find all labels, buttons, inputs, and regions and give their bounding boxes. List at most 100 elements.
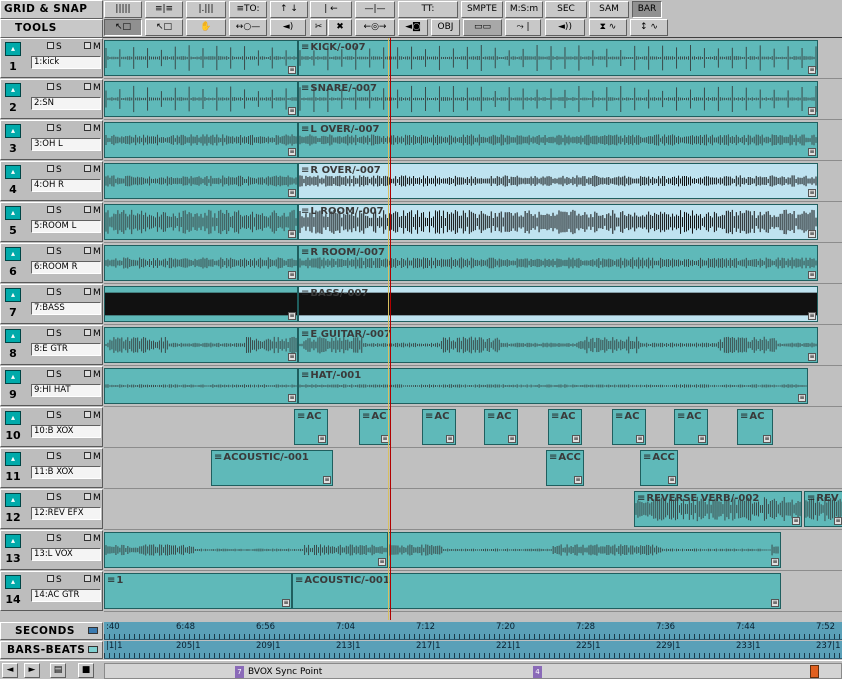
grid-bars-icon[interactable]: ||||| [104,1,142,18]
clip-menu-icon[interactable]: ≡ [808,230,816,238]
solo-button[interactable]: S [47,411,62,421]
audio-clip[interactable]: BASS/-007 ≡ [298,286,818,322]
mute-button[interactable]: M [84,165,101,175]
clip-menu-icon[interactable]: ≡ [282,599,290,607]
track-name-field[interactable]: 3:OH L [31,138,101,151]
clip-menu-icon[interactable]: ≡ [808,107,816,115]
track-lane[interactable]: ≡ SNARE/-007 ≡ [104,79,842,120]
mins-secs-mode-button[interactable]: M:S:m [505,1,543,18]
time-type-icon[interactable]: TT: [398,1,458,18]
scroll-right-icon[interactable]: ► [24,663,40,678]
audio-clip[interactable]: SNARE/-007 ≡ [298,81,818,117]
clip-menu-icon[interactable]: ≡ [323,476,331,484]
mute-button[interactable]: M [84,534,101,544]
erase-icon[interactable]: ✖ [328,19,352,36]
end-marker-icon[interactable] [810,665,819,678]
snap-left-icon[interactable]: | ← [310,1,352,18]
bars-mode-button[interactable]: BAR [632,1,662,18]
snap-arrows-icon[interactable]: ↑ ↓ [270,1,308,18]
track-name-field[interactable]: 7:BASS [31,302,101,315]
timeline-marker[interactable]: 4 [533,666,546,678]
track-lane[interactable]: ≡ L ROOM/-007 ≡ [104,202,842,243]
grid-ticks-icon[interactable]: |.||| [186,1,226,18]
track-name-field[interactable]: 8:E GTR [31,343,101,356]
scissors-icon[interactable]: ✂ [310,19,327,36]
clip-menu-icon[interactable]: ≡ [288,66,296,74]
audio-clip[interactable]: ≡ [104,327,298,363]
track-select-icon[interactable]: ▴ [5,452,21,466]
track-header[interactable]: ▴ 11 S M 11:B XOX [0,448,103,488]
track-name-field[interactable]: 11:B XOX [31,466,101,479]
track-name-field[interactable]: 13:L VOX [31,548,101,561]
object-mode-button[interactable]: OBJ [431,19,460,36]
audio-clip[interactable]: ≡ [104,122,298,158]
mute-button[interactable]: M [84,575,101,585]
track-select-icon[interactable]: ▴ [5,493,21,507]
track-lane[interactable]: ≡ R ROOM/-007 ≡ [104,243,842,284]
audio-clip[interactable]: R OVER/-007 ≡ [298,163,818,199]
track-select-icon[interactable]: ▴ [5,534,21,548]
audio-clip[interactable]: ≡ [104,40,298,76]
solo-button[interactable]: S [47,288,62,298]
track-select-icon[interactable]: ▴ [5,42,21,56]
audio-clip[interactable]: L ROOM/-007 ≡ [298,204,818,240]
track-header[interactable]: ▴ 1 S M 1:kick [0,38,103,78]
clip-menu-icon[interactable]: ≡ [808,312,816,320]
mute-button[interactable]: M [84,83,101,93]
clip-menu-icon[interactable]: ≡ [446,435,454,443]
track-lane[interactable]: ACOUSTIC/-001 ≡ ACC ≡ ACC ≡ [104,448,842,489]
audio-clip[interactable]: ACOUSTIC/-001 ≡ [292,573,781,609]
track-select-icon[interactable]: ▴ [5,411,21,425]
track-name-field[interactable]: 2:SN [31,97,101,110]
clip-menu-icon[interactable]: ≡ [288,107,296,115]
audio-clip[interactable]: ACC ≡ [640,450,678,486]
playhead[interactable] [390,38,391,620]
mute-button[interactable]: M [84,42,101,52]
track-header[interactable]: ▴ 6 S M 6:ROOM R [0,243,103,283]
track-lane[interactable]: ≡ HAT/-001 ≡ [104,366,842,407]
clip-menu-icon[interactable]: ≡ [698,435,706,443]
nudge-icon[interactable]: ◄◙ [398,19,428,36]
bars-ruler-title[interactable]: BARS-BEATS [0,641,103,659]
gain-icon[interactable]: ↕ ∿ [630,19,668,36]
audio-clip[interactable]: REVERSE VERB/-002 ≡ [634,491,802,527]
clip-menu-icon[interactable]: ≡ [288,189,296,197]
track-name-field[interactable]: 10:B XOX [31,425,101,438]
clip-menu-icon[interactable]: ≡ [792,517,800,525]
solo-button[interactable]: S [47,247,62,257]
speaker-icon[interactable]: ◄) [270,19,306,36]
mute-button[interactable]: M [84,452,101,462]
mute-button[interactable]: M [84,493,101,503]
audio-clip[interactable]: AC ≡ [294,409,328,445]
clip-menu-icon[interactable]: ≡ [763,435,771,443]
audio-clip[interactable]: AC ≡ [422,409,456,445]
audio-clip[interactable]: KICK/-007 ≡ [298,40,818,76]
track-header[interactable]: ▴ 5 S M 5:ROOM L [0,202,103,242]
mute-button[interactable]: M [84,206,101,216]
mute-button[interactable]: M [84,411,101,421]
clip-menu-icon[interactable]: ≡ [798,394,806,402]
solo-button[interactable]: S [47,534,62,544]
snap-to-icon[interactable]: ≡TO: [229,1,267,18]
audio-clip[interactable]: ≡ [104,163,298,199]
clip-menu-icon[interactable]: ≡ [288,312,296,320]
track-lane[interactable]: ≡ R OVER/-007 ≡ [104,161,842,202]
audio-clip[interactable]: ≡ [104,286,298,322]
clip-menu-icon[interactable]: ≡ [808,271,816,279]
track-name-field[interactable]: 9:HI HAT [31,384,101,397]
track-lane[interactable]: ≡ L OVER/-007 ≡ [104,120,842,161]
scrub-tool-icon[interactable]: ↔○— [229,19,267,36]
track-lane[interactable]: ≡ KICK/-007 ≡ [104,38,842,79]
clip-menu-icon[interactable]: ≡ [288,394,296,402]
track-lane[interactable]: ≡ ≡ [104,530,842,571]
track-name-field[interactable]: 5:ROOM L [31,220,101,233]
track-select-icon[interactable]: ▴ [5,247,21,261]
clip-menu-icon[interactable]: ≡ [808,189,816,197]
clip-menu-icon[interactable]: ≡ [808,148,816,156]
range-select-icon[interactable]: ↖□ [145,19,183,36]
mute-button[interactable]: M [84,288,101,298]
zoom-tool-icon[interactable]: ←◎→ [355,19,395,36]
clip-menu-icon[interactable]: ≡ [668,476,676,484]
clip-menu-icon[interactable]: ≡ [288,230,296,238]
mute-button[interactable]: M [84,247,101,257]
